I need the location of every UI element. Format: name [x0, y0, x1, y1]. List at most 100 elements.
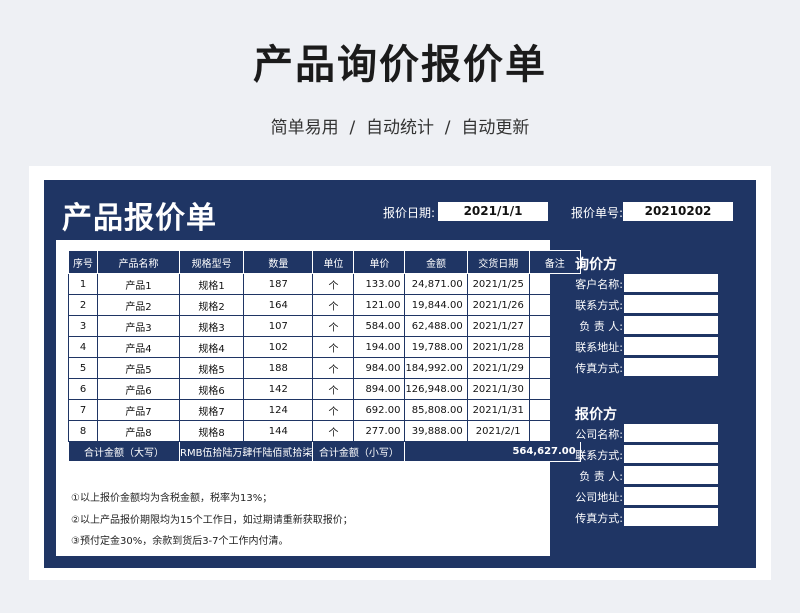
table-cell[interactable]: 142 [243, 378, 314, 400]
table-cell[interactable]: 188 [243, 357, 314, 379]
note-1: ①以上报价金额均为含税金额，税率为13%； [71, 493, 273, 504]
quoter-field-input[interactable] [624, 466, 718, 484]
table-cell[interactable]: 个 [312, 273, 355, 295]
table-cell[interactable]: 187 [243, 273, 314, 295]
table-cell[interactable]: 产品2 [97, 294, 180, 316]
table-cell[interactable]: 24,871.00 [404, 273, 468, 295]
table-cell[interactable]: 规格6 [178, 378, 245, 400]
table-cell[interactable]: 产品6 [97, 378, 180, 400]
column-header: 单位 [312, 250, 355, 274]
table-cell[interactable]: 产品1 [97, 273, 180, 295]
table-cell[interactable]: 2021/1/25 [466, 273, 530, 295]
column-header: 序号 [68, 250, 98, 274]
table-cell[interactable]: 144 [243, 420, 314, 442]
quoter-field-input[interactable] [624, 508, 718, 526]
table-cell[interactable]: 个 [312, 315, 355, 337]
table-cell[interactable]: 产品8 [97, 420, 180, 442]
table-cell[interactable]: 8 [68, 420, 98, 442]
table-cell[interactable]: 产品7 [97, 399, 180, 421]
table-row: 3 产品3 规格3 107 个 584.00 62,488.00 2021/1/27 [68, 315, 581, 337]
table-cell[interactable]: 184,992.00 [404, 357, 468, 379]
quoter-field-label: 公司地址: [575, 491, 623, 504]
page-title: 产品询价报价单 [253, 42, 547, 88]
table-cell[interactable]: 984.00 [353, 357, 406, 379]
table-cell[interactable]: 2021/1/29 [466, 357, 530, 379]
table-cell[interactable]: 164 [243, 294, 314, 316]
table-cell[interactable]: 194.00 [353, 336, 406, 358]
table-cell[interactable]: 2021/1/28 [466, 336, 530, 358]
table-cell[interactable]: 个 [312, 357, 355, 379]
table-cell[interactable]: 19,788.00 [404, 336, 468, 358]
table-cell[interactable]: 133.00 [353, 273, 406, 295]
table-cell[interactable]: 2 [68, 294, 98, 316]
table-cell[interactable]: 产品3 [97, 315, 180, 337]
table-cell[interactable]: 1 [68, 273, 98, 295]
inquirer-field-label: 客户名称: [575, 278, 623, 291]
table-cell[interactable]: 产品5 [97, 357, 180, 379]
table-cell[interactable]: 894.00 [353, 378, 406, 400]
table-cell[interactable]: 124 [243, 399, 314, 421]
quoter-field-label: 公司名称: [575, 428, 623, 441]
table-cell[interactable] [528, 378, 581, 400]
quoter-field-input[interactable] [624, 487, 718, 505]
table-cell[interactable]: 39,888.00 [404, 420, 468, 442]
table-cell[interactable]: 个 [312, 336, 355, 358]
table-cell[interactable]: 2021/1/30 [466, 378, 530, 400]
table-cell[interactable]: 692.00 [353, 399, 406, 421]
quote-number-label: 报价单号: [571, 206, 624, 220]
table-cell[interactable]: 107 [243, 315, 314, 337]
table-cell[interactable]: 2021/2/1 [466, 420, 530, 442]
table-cell[interactable]: 规格3 [178, 315, 245, 337]
table-cell[interactable]: 产品4 [97, 336, 180, 358]
total-upper-value: RMB伍拾陆万肆仟陆佰贰拾柒 [178, 441, 314, 462]
quote-date-field[interactable]: 2021/1/1 [438, 202, 548, 221]
quoter-field-input[interactable] [624, 445, 718, 463]
table-cell[interactable]: 7 [68, 399, 98, 421]
table-cell[interactable]: 规格2 [178, 294, 245, 316]
table-row: 2 产品2 规格2 164 个 121.00 19,844.00 2021/1/26 [68, 294, 581, 316]
table-cell[interactable]: 规格5 [178, 357, 245, 379]
inquirer-field-input[interactable] [624, 274, 718, 292]
table-cell[interactable]: 规格1 [178, 273, 245, 295]
table-cell[interactable]: 2021/1/31 [466, 399, 530, 421]
table-cell[interactable]: 126,948.00 [404, 378, 468, 400]
inquirer-field-input[interactable] [624, 316, 718, 334]
inquirer-field-input[interactable] [624, 337, 718, 355]
inquirer-field-input[interactable] [624, 295, 718, 313]
quoter-field-input[interactable] [624, 424, 718, 442]
table-cell[interactable]: 5 [68, 357, 98, 379]
column-header: 交货日期 [466, 250, 530, 274]
table-cell[interactable]: 个 [312, 378, 355, 400]
table-cell[interactable]: 个 [312, 420, 355, 442]
table-cell[interactable]: 121.00 [353, 294, 406, 316]
table-cell[interactable]: 2021/1/26 [466, 294, 530, 316]
table-cell[interactable]: 584.00 [353, 315, 406, 337]
table-row: 4 产品4 规格4 102 个 194.00 19,788.00 2021/1/28 [68, 336, 581, 358]
inquirer-field-input[interactable] [624, 358, 718, 376]
table-cell[interactable]: 85,808.00 [404, 399, 468, 421]
table-cell[interactable]: 规格7 [178, 399, 245, 421]
quote-number-field[interactable]: 20210202 [623, 202, 733, 221]
table-cell[interactable]: 规格4 [178, 336, 245, 358]
table-cell[interactable]: 6 [68, 378, 98, 400]
table-cell[interactable]: 4 [68, 336, 98, 358]
quoter-field-label: 联系方式: [575, 449, 623, 462]
table-cell[interactable]: 规格8 [178, 420, 245, 442]
column-header: 单价 [353, 250, 406, 274]
table-cell[interactable] [528, 399, 581, 421]
table-cell[interactable]: 3 [68, 315, 98, 337]
table-row: 5 产品5 规格5 188 个 984.00 184,992.00 2021/1/29 [68, 357, 581, 379]
table-header-row: 序号 产品名称 规格型号 数量 单位 单价 金额 交货日期 备注 [68, 250, 581, 274]
total-row: 合计金额（大写） RMB伍拾陆万肆仟陆佰贰拾柒 合计金额（小写） 564,627.00 [68, 441, 581, 462]
table-cell[interactable]: 2021/1/27 [466, 315, 530, 337]
table-cell[interactable]: 个 [312, 399, 355, 421]
table-cell[interactable]: 102 [243, 336, 314, 358]
table-cell[interactable]: 277.00 [353, 420, 406, 442]
quoter-title: 报价方 [575, 407, 617, 423]
inquirer-field-label: 联系方式: [575, 299, 623, 312]
table-cell[interactable]: 19,844.00 [404, 294, 468, 316]
table-cell[interactable]: 个 [312, 294, 355, 316]
inquirer-field-label: 传真方式: [575, 362, 623, 375]
inquirer-title: 询价方 [575, 257, 617, 273]
table-cell[interactable]: 62,488.00 [404, 315, 468, 337]
